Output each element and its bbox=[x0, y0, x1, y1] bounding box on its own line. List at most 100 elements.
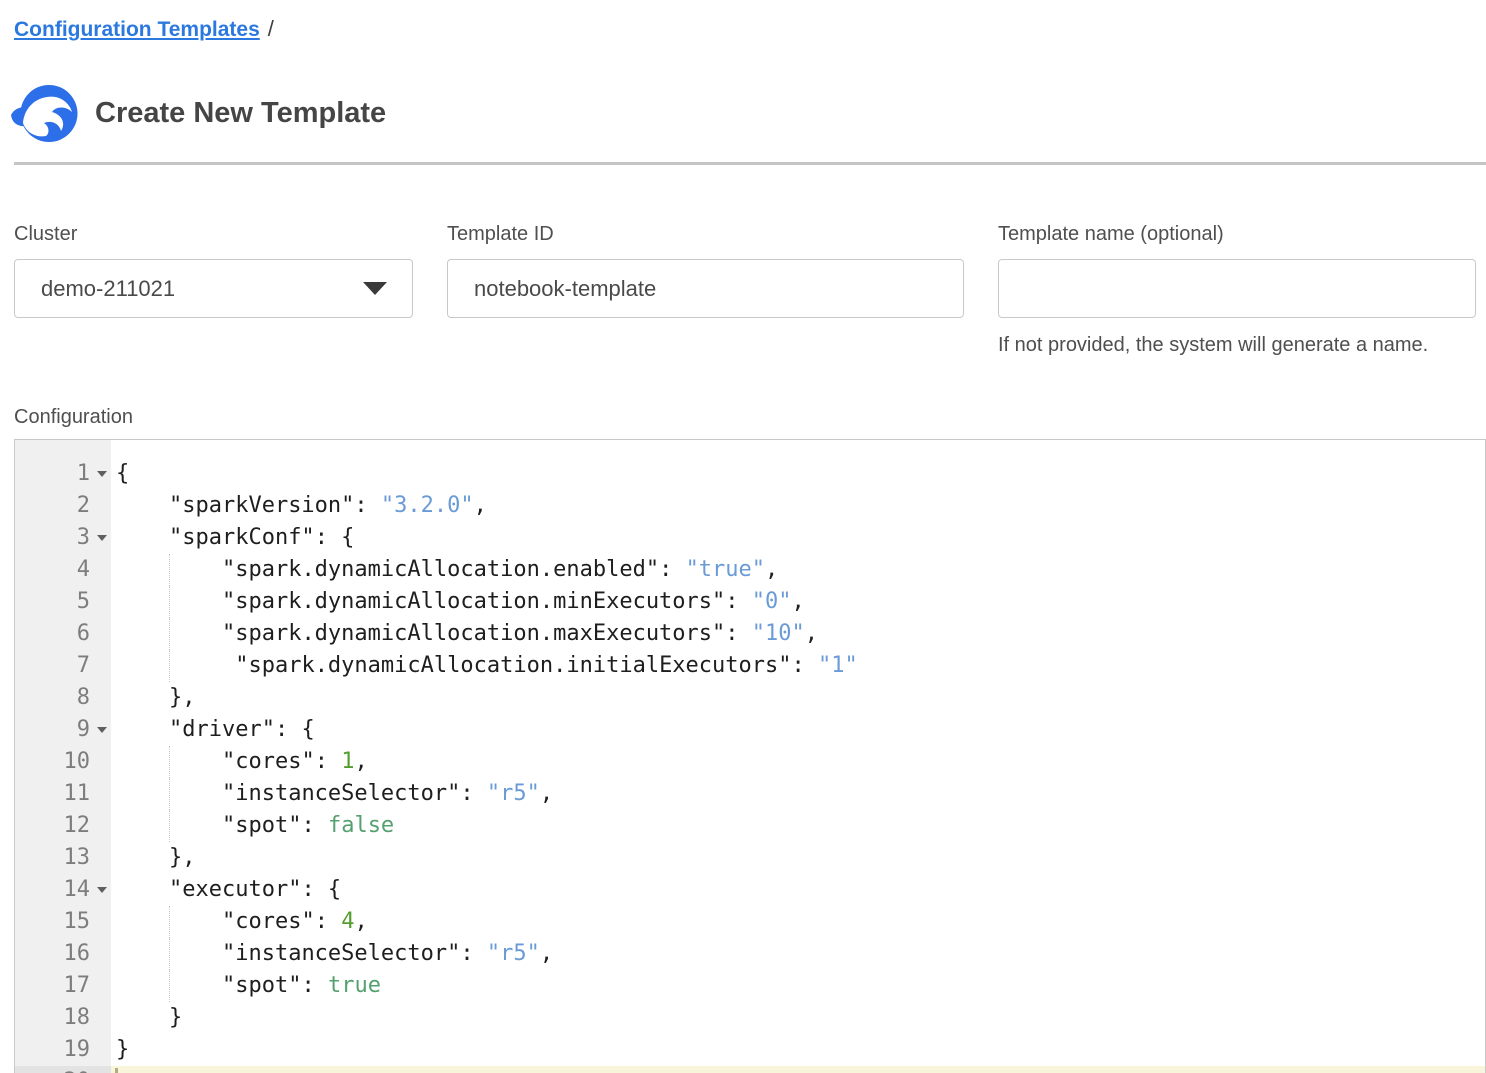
code-token: , bbox=[765, 557, 778, 582]
code-token bbox=[116, 717, 169, 742]
code-line[interactable]: "cores": 1, bbox=[111, 746, 1485, 778]
code-token: : bbox=[354, 493, 381, 518]
code-line[interactable]: "spark.dynamicAllocation.enabled": "true… bbox=[111, 554, 1485, 586]
code-token: , bbox=[354, 909, 367, 934]
gutter-line-number: 10 bbox=[15, 746, 111, 778]
code-token: "r5" bbox=[487, 941, 540, 966]
code-line[interactable]: "instanceSelector": "r5", bbox=[111, 938, 1485, 970]
configuration-code-editor[interactable]: 1234567891011121314151617181920 { "spark… bbox=[14, 439, 1486, 1073]
template-id-label: Template ID bbox=[447, 222, 964, 246]
code-line[interactable]: "spark.dynamicAllocation.initialExecutor… bbox=[111, 650, 1485, 682]
gutter-line-number: 9 bbox=[15, 714, 111, 746]
code-token: "spot" bbox=[222, 973, 301, 998]
code-token: "executor" bbox=[169, 877, 301, 902]
gutter-line-number: 4 bbox=[15, 554, 111, 586]
cluster-select[interactable]: demo-211021 bbox=[14, 259, 413, 318]
code-token bbox=[116, 941, 222, 966]
code-token: : bbox=[460, 781, 487, 806]
code-token bbox=[116, 589, 222, 614]
editor-code-area[interactable]: { "sparkVersion": "3.2.0", "sparkConf": … bbox=[111, 440, 1485, 1073]
code-token: "1" bbox=[818, 653, 858, 678]
code-token: : bbox=[315, 749, 342, 774]
gutter-line-number: 16 bbox=[15, 938, 111, 970]
code-token: "spark.dynamicAllocation.initialExecutor… bbox=[235, 653, 791, 678]
code-token bbox=[116, 653, 235, 678]
code-token: "instanceSelector" bbox=[222, 941, 460, 966]
code-token: "spark.dynamicAllocation.maxExecutors" bbox=[222, 621, 725, 646]
code-line[interactable]: } bbox=[111, 1034, 1485, 1066]
code-line[interactable]: "instanceSelector": "r5", bbox=[111, 778, 1485, 810]
cluster-field: Cluster demo-211021 bbox=[14, 222, 413, 357]
gutter-line-number: 17 bbox=[15, 970, 111, 1002]
code-line[interactable]: "driver": { bbox=[111, 714, 1485, 746]
template-id-field: Template ID bbox=[447, 222, 964, 357]
fold-arrow-icon[interactable] bbox=[97, 535, 107, 541]
configuration-label: Configuration bbox=[14, 405, 1486, 429]
code-token: { bbox=[116, 461, 129, 486]
ocean-wave-logo-icon bbox=[10, 85, 78, 142]
code-line[interactable]: "sparkVersion": "3.2.0", bbox=[111, 490, 1485, 522]
page-title: Create New Template bbox=[95, 97, 386, 130]
code-token: "spark.dynamicAllocation.enabled" bbox=[222, 557, 659, 582]
code-token: : bbox=[725, 621, 752, 646]
page-header: Create New Template bbox=[10, 85, 1486, 142]
code-token: "instanceSelector" bbox=[222, 781, 460, 806]
gutter-line-number: 15 bbox=[15, 906, 111, 938]
code-token bbox=[116, 621, 222, 646]
code-line[interactable]: "sparkConf": { bbox=[111, 522, 1485, 554]
gutter-line-number: 20 bbox=[15, 1066, 111, 1073]
gutter-line-number: 14 bbox=[15, 874, 111, 906]
code-token: "10" bbox=[752, 621, 805, 646]
code-token: , bbox=[792, 589, 805, 614]
code-token: : bbox=[460, 941, 487, 966]
template-id-input[interactable] bbox=[447, 259, 964, 318]
code-token: , bbox=[540, 941, 553, 966]
code-token: } bbox=[116, 1037, 129, 1062]
code-line[interactable]: { bbox=[111, 458, 1485, 490]
code-token: , bbox=[474, 493, 487, 518]
gutter-line-number: 11 bbox=[15, 778, 111, 810]
code-line[interactable]: } bbox=[111, 1002, 1485, 1034]
code-token: true bbox=[328, 973, 381, 998]
code-line[interactable]: "spark.dynamicAllocation.maxExecutors": … bbox=[111, 618, 1485, 650]
code-token bbox=[116, 493, 169, 518]
code-line[interactable]: "spot": true bbox=[111, 970, 1485, 1002]
code-token: : bbox=[792, 653, 819, 678]
code-token: } bbox=[116, 1005, 182, 1030]
fold-arrow-icon[interactable] bbox=[97, 471, 107, 477]
code-token: "sparkVersion" bbox=[169, 493, 354, 518]
code-token bbox=[116, 525, 169, 550]
code-token: : bbox=[315, 909, 342, 934]
gutter-line-number: 19 bbox=[15, 1034, 111, 1066]
code-line[interactable]: "executor": { bbox=[111, 874, 1485, 906]
gutter-line-number: 5 bbox=[15, 586, 111, 618]
code-line[interactable]: "spark.dynamicAllocation.minExecutors": … bbox=[111, 586, 1485, 618]
gutter-line-number: 6 bbox=[15, 618, 111, 650]
code-token: "r5" bbox=[487, 781, 540, 806]
code-line[interactable] bbox=[111, 1066, 1485, 1073]
code-line[interactable]: "cores": 4, bbox=[111, 906, 1485, 938]
code-line[interactable]: "spot": false bbox=[111, 810, 1485, 842]
code-token: "cores" bbox=[222, 909, 315, 934]
cluster-label: Cluster bbox=[14, 222, 413, 246]
code-token: }, bbox=[116, 845, 195, 870]
code-token: : bbox=[725, 589, 752, 614]
code-line[interactable]: }, bbox=[111, 682, 1485, 714]
code-token: , bbox=[354, 749, 367, 774]
header-divider bbox=[14, 162, 1486, 165]
code-token bbox=[116, 557, 222, 582]
fold-arrow-icon[interactable] bbox=[97, 727, 107, 733]
breadcrumb-separator: / bbox=[268, 16, 274, 41]
code-token: : bbox=[301, 813, 328, 838]
code-line[interactable]: }, bbox=[111, 842, 1485, 874]
code-token: , bbox=[540, 781, 553, 806]
breadcrumb-link-configuration-templates[interactable]: Configuration Templates bbox=[14, 18, 260, 41]
editor-gutter: 1234567891011121314151617181920 bbox=[15, 440, 111, 1073]
code-token: : { bbox=[315, 525, 355, 550]
code-token: "0" bbox=[752, 589, 792, 614]
code-token: : bbox=[301, 973, 328, 998]
gutter-line-number: 8 bbox=[15, 682, 111, 714]
gutter-line-number: 1 bbox=[15, 458, 111, 490]
fold-arrow-icon[interactable] bbox=[97, 887, 107, 893]
template-name-input[interactable] bbox=[998, 259, 1476, 318]
